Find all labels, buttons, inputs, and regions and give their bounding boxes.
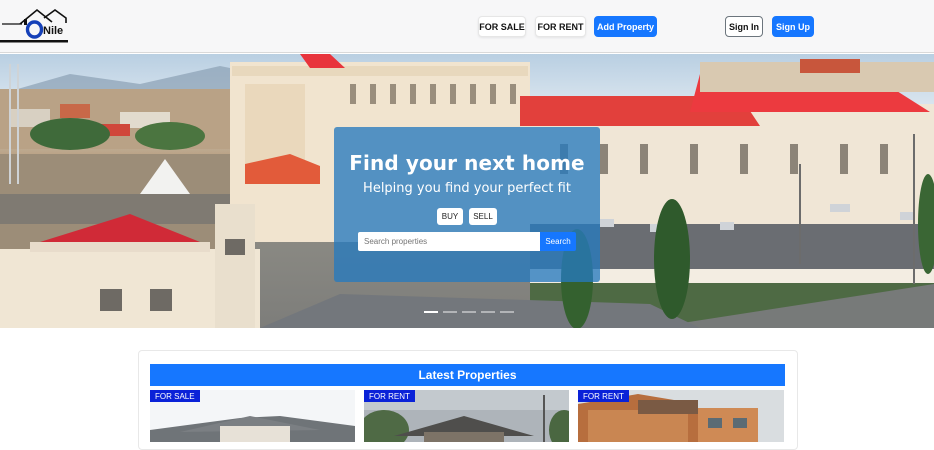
sign-in-button[interactable]: Sign In bbox=[725, 16, 763, 37]
hero-title: Find your next home bbox=[349, 151, 585, 175]
property-status-badge: FOR SALE bbox=[150, 390, 200, 402]
site-logo[interactable]: Nile bbox=[0, 6, 72, 44]
property-card[interactable]: FOR RENT bbox=[578, 390, 784, 442]
nav-for-rent-button[interactable]: FOR RENT bbox=[535, 16, 586, 37]
hero-search-panel: Find your next home Helping you find you… bbox=[334, 127, 600, 282]
sell-toggle-button[interactable]: SELL bbox=[469, 208, 497, 225]
hero-carousel: Find your next home Helping you find you… bbox=[0, 54, 934, 328]
hero-subtitle: Helping you find your perfect fit bbox=[363, 181, 571, 196]
carousel-indicator[interactable] bbox=[443, 311, 457, 313]
property-status-badge: FOR RENT bbox=[364, 390, 415, 402]
add-property-button[interactable]: Add Property bbox=[594, 16, 657, 37]
top-navbar: Nile FOR SALE FOR RENT Add Property Sign… bbox=[0, 0, 934, 53]
search-button[interactable]: Search bbox=[540, 232, 576, 251]
house-logo-icon: Nile bbox=[0, 8, 68, 43]
buy-toggle-button[interactable]: BUY bbox=[437, 208, 463, 225]
sign-up-button[interactable]: Sign Up bbox=[772, 16, 814, 37]
property-card[interactable]: FOR RENT bbox=[364, 390, 569, 442]
property-status-badge: FOR RENT bbox=[578, 390, 629, 402]
carousel-indicator[interactable] bbox=[481, 311, 495, 313]
logo-text: Nile bbox=[43, 25, 63, 37]
latest-properties-heading: Latest Properties bbox=[150, 364, 785, 386]
carousel-indicator[interactable] bbox=[500, 311, 514, 313]
nav-for-sale-button[interactable]: FOR SALE bbox=[478, 16, 526, 37]
search-input[interactable] bbox=[358, 232, 540, 251]
carousel-indicator[interactable] bbox=[424, 311, 438, 313]
property-card[interactable]: FOR SALE bbox=[150, 390, 355, 442]
carousel-indicator[interactable] bbox=[462, 311, 476, 313]
carousel-indicators bbox=[424, 311, 514, 313]
